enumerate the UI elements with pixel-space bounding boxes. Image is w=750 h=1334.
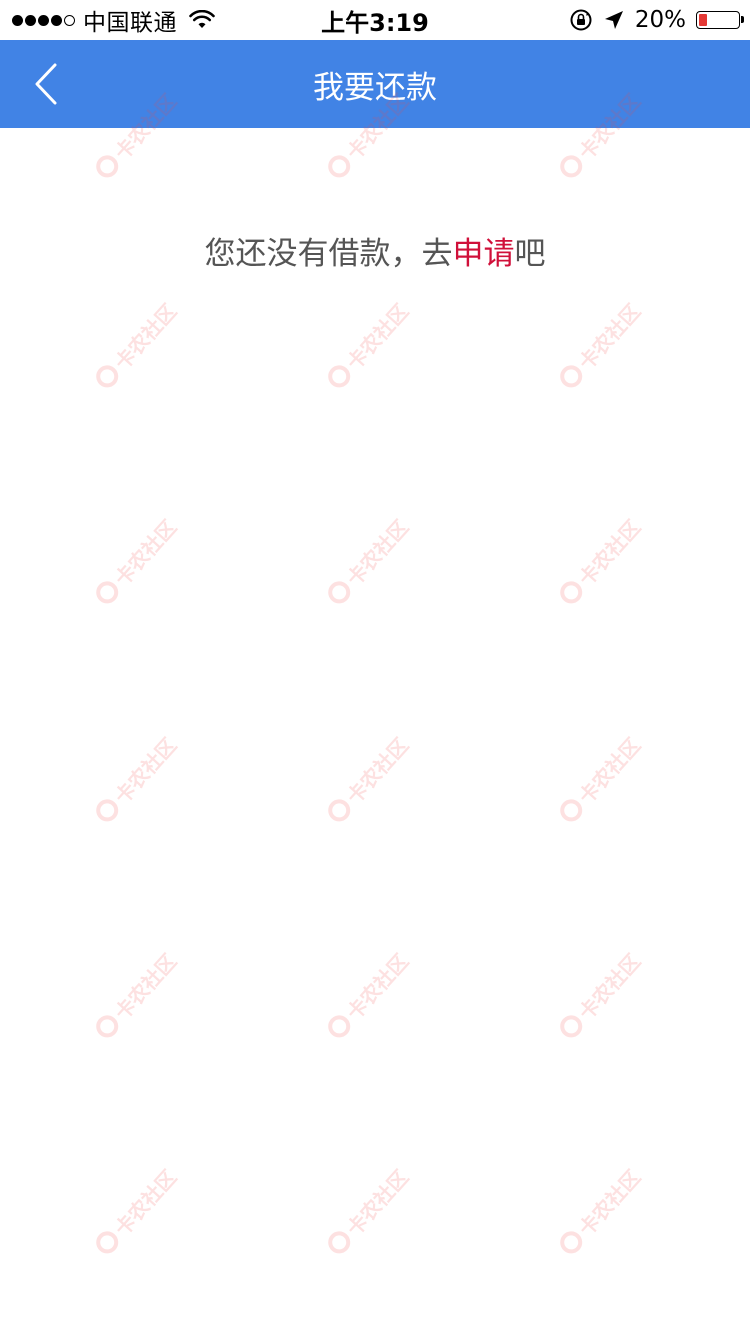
watermark: 卡农社区 [84,931,197,1050]
watermark-logo-icon [91,794,123,826]
watermark-logo-icon [555,576,587,608]
watermark-logo-icon [91,150,123,182]
watermark-text: 卡农社区 [109,298,181,375]
watermark-text: 卡农社区 [573,732,645,809]
watermark-logo-icon [555,1010,587,1042]
battery-icon [696,11,744,29]
watermark: 卡农社区 [316,1147,429,1266]
watermark-text: 卡农社区 [573,514,645,591]
watermark-logo-icon [555,1226,587,1258]
watermark-text: 卡农社区 [109,1164,181,1241]
watermark: 卡农社区 [548,1147,661,1266]
watermark-text: 卡农社区 [109,948,181,1025]
watermark-logo-icon [91,576,123,608]
rotation-lock-icon [570,9,592,31]
watermark: 卡农社区 [316,281,429,400]
watermark: 卡农社区 [84,281,197,400]
watermark-logo-icon [323,1226,355,1258]
watermark-logo-icon [91,360,123,392]
watermark-logo-icon [555,794,587,826]
watermark-text: 卡农社区 [341,732,413,809]
watermark: 卡农社区 [548,931,661,1050]
page-title: 我要还款 [313,69,437,106]
watermark-text: 卡农社区 [573,1164,645,1241]
watermark: 卡农社区 [316,715,429,834]
navigation-bar: 我要还款 [0,40,750,128]
page: 中国联通 上午3:19 20% 我要还款 您还没有借款，去申请吧 卡农社区 卡农… [0,0,750,1334]
watermark-logo-icon [91,1226,123,1258]
watermark-logo-icon [91,1010,123,1042]
empty-state-message: 您还没有借款，去申请吧 [0,228,750,273]
watermark-logo-icon [555,360,587,392]
watermark: 卡农社区 [548,497,661,616]
location-arrow-icon [604,11,623,29]
watermark-logo-icon [555,150,587,182]
watermark-logo-icon [323,1010,355,1042]
empty-state-suffix: 吧 [514,236,546,272]
watermark-text: 卡农社区 [341,948,413,1025]
watermark-text: 卡农社区 [573,948,645,1025]
watermark-logo-icon [323,576,355,608]
battery-level-fill [699,14,707,26]
watermark-logo-icon [323,794,355,826]
watermark: 卡农社区 [548,715,661,834]
watermark: 卡农社区 [84,497,197,616]
watermark-logo-icon [323,360,355,392]
watermark: 卡农社区 [548,281,661,400]
watermark: 卡农社区 [84,1147,197,1266]
watermark: 卡农社区 [316,931,429,1050]
watermark-text: 卡农社区 [341,298,413,375]
watermark: 卡农社区 [84,715,197,834]
watermark-logo-icon [323,150,355,182]
apply-link[interactable]: 申请 [453,236,515,272]
watermark-text: 卡农社区 [109,514,181,591]
watermark-text: 卡农社区 [109,732,181,809]
watermark-text: 卡农社区 [341,514,413,591]
watermark-text: 卡农社区 [573,298,645,375]
empty-state-prefix: 您还没有借款，去 [204,236,453,272]
status-bar-right: 20% [569,0,744,40]
watermark-text: 卡农社区 [341,1164,413,1241]
status-bar: 中国联通 上午3:19 20% [0,0,750,40]
battery-percent: 20% [634,7,686,33]
watermark: 卡农社区 [316,497,429,616]
